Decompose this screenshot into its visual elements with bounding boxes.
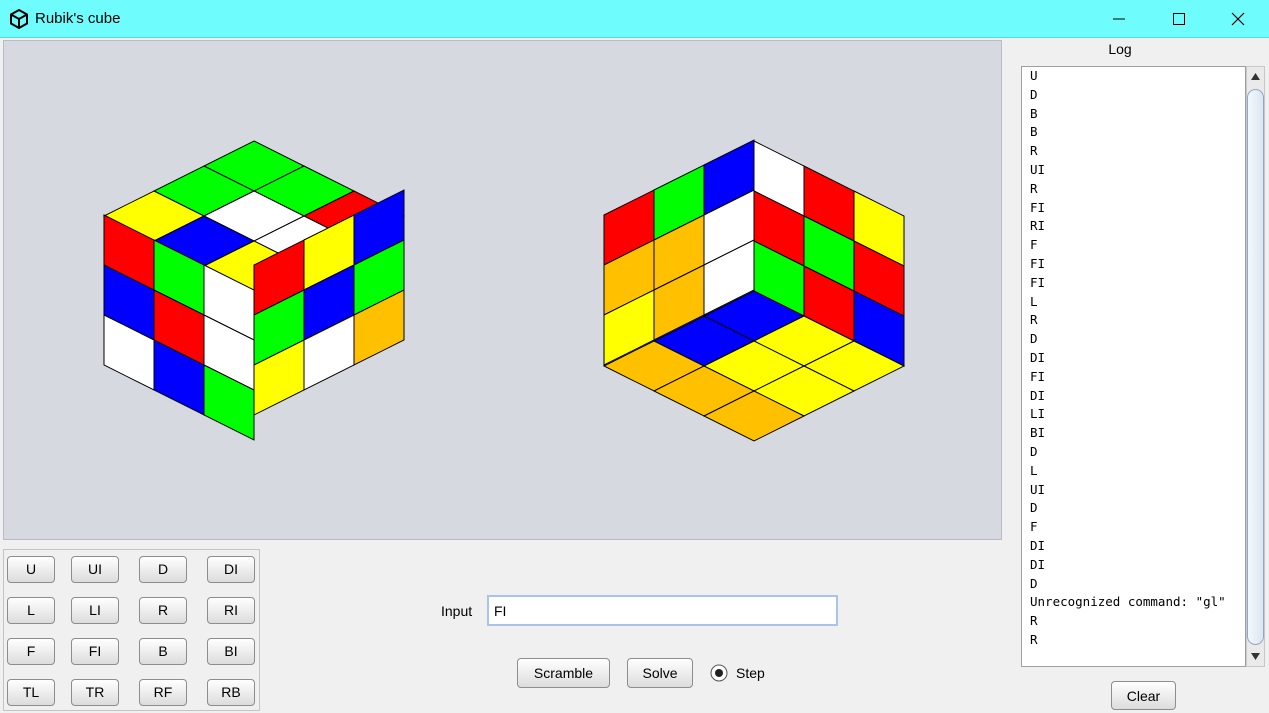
log-line: R bbox=[1030, 613, 1038, 629]
log-line: L bbox=[1030, 293, 1038, 309]
move-button-rb[interactable]: RB bbox=[207, 679, 255, 706]
log-textarea[interactable]: U D B B R UI R FI RI F FI FI L R D DI FI DI LI BI D L UI D F DI DI… bbox=[1021, 66, 1246, 667]
move-button-b[interactable]: B bbox=[139, 638, 187, 665]
cube-icon bbox=[10, 9, 28, 29]
move-button-r[interactable]: R bbox=[139, 597, 187, 624]
log-title: Log bbox=[1108, 41, 1132, 57]
log-line: D bbox=[1030, 443, 1038, 459]
log-line: R bbox=[1030, 143, 1038, 159]
clear-log-button[interactable]: Clear bbox=[1111, 681, 1176, 710]
log-line: D bbox=[1030, 500, 1038, 516]
log-line: FI bbox=[1030, 274, 1046, 290]
scroll-up-arrow-icon[interactable] bbox=[1247, 67, 1264, 87]
move-button-bi[interactable]: BI bbox=[207, 638, 255, 665]
close-button[interactable] bbox=[1209, 0, 1267, 38]
log-line: LI bbox=[1030, 406, 1046, 422]
move-button-tl[interactable]: TL bbox=[7, 679, 55, 706]
move-button-fi[interactable]: FI bbox=[71, 638, 119, 665]
command-input[interactable] bbox=[487, 595, 838, 626]
move-button-panel: U UI D DI L LI R RI F FI B BI TL TR RF RB bbox=[3, 549, 260, 711]
maximize-button[interactable] bbox=[1150, 0, 1208, 38]
step-radio[interactable] bbox=[710, 664, 728, 682]
log-line: FI bbox=[1030, 368, 1046, 384]
solve-button[interactable]: Solve bbox=[627, 658, 693, 688]
log-line: U bbox=[1030, 68, 1038, 83]
cube-front-view bbox=[102, 140, 406, 441]
log-line: DI bbox=[1030, 387, 1046, 403]
minimize-button[interactable] bbox=[1090, 0, 1148, 38]
log-line: UI bbox=[1030, 481, 1046, 497]
move-button-li[interactable]: LI bbox=[71, 597, 119, 624]
minimize-icon bbox=[1113, 18, 1125, 20]
title-bar: Rubik's cube bbox=[0, 0, 1269, 38]
log-line: D bbox=[1030, 331, 1038, 347]
log-line: Unrecognized command: "gl" bbox=[1030, 594, 1226, 610]
scroll-down-arrow-icon[interactable] bbox=[1247, 646, 1264, 666]
log-line: FI bbox=[1030, 199, 1046, 215]
move-button-d[interactable]: D bbox=[139, 556, 187, 583]
log-line: F bbox=[1030, 519, 1038, 535]
log-line: F bbox=[1030, 237, 1038, 253]
log-line: DI bbox=[1030, 537, 1046, 553]
log-line: B bbox=[1030, 124, 1038, 140]
cube-back-view bbox=[602, 139, 906, 442]
log-line: BI bbox=[1030, 425, 1046, 441]
log-line: DI bbox=[1030, 556, 1046, 572]
log-line: R bbox=[1030, 631, 1038, 647]
log-line: R bbox=[1030, 180, 1038, 196]
scrollbar-thumb[interactable] bbox=[1247, 89, 1264, 645]
move-button-ri[interactable]: RI bbox=[207, 597, 255, 624]
log-line: D bbox=[1030, 575, 1038, 591]
log-line: UI bbox=[1030, 161, 1046, 177]
input-label: Input bbox=[441, 603, 473, 619]
log-lines: U D B B R UI R FI RI F FI FI L R D DI FI DI LI BI D L UI D F DI DI… bbox=[1030, 67, 1226, 650]
log-line: L bbox=[1030, 462, 1038, 478]
move-button-ui[interactable]: UI bbox=[71, 556, 119, 583]
log-line: D bbox=[1030, 86, 1038, 102]
move-button-rf[interactable]: RF bbox=[139, 679, 187, 706]
cube-canvas[interactable] bbox=[3, 40, 1002, 540]
move-button-u[interactable]: U bbox=[7, 556, 55, 583]
move-button-tr[interactable]: TR bbox=[71, 679, 119, 706]
log-scrollbar[interactable] bbox=[1246, 66, 1265, 667]
log-line: FI bbox=[1030, 255, 1046, 271]
scramble-button[interactable]: Scramble bbox=[517, 658, 610, 688]
log-line: R bbox=[1030, 312, 1038, 328]
cube-drawing bbox=[102, 139, 906, 442]
move-button-di[interactable]: DI bbox=[207, 556, 255, 583]
log-line: B bbox=[1030, 105, 1038, 121]
move-button-l[interactable]: L bbox=[7, 597, 55, 624]
log-line: DI bbox=[1030, 349, 1046, 365]
log-line: RI bbox=[1030, 218, 1046, 234]
step-label: Step bbox=[736, 665, 765, 681]
maximize-icon bbox=[1173, 13, 1185, 25]
close-icon bbox=[1231, 12, 1245, 26]
window-title: Rubik's cube bbox=[35, 10, 121, 27]
move-button-f[interactable]: F bbox=[7, 638, 55, 665]
